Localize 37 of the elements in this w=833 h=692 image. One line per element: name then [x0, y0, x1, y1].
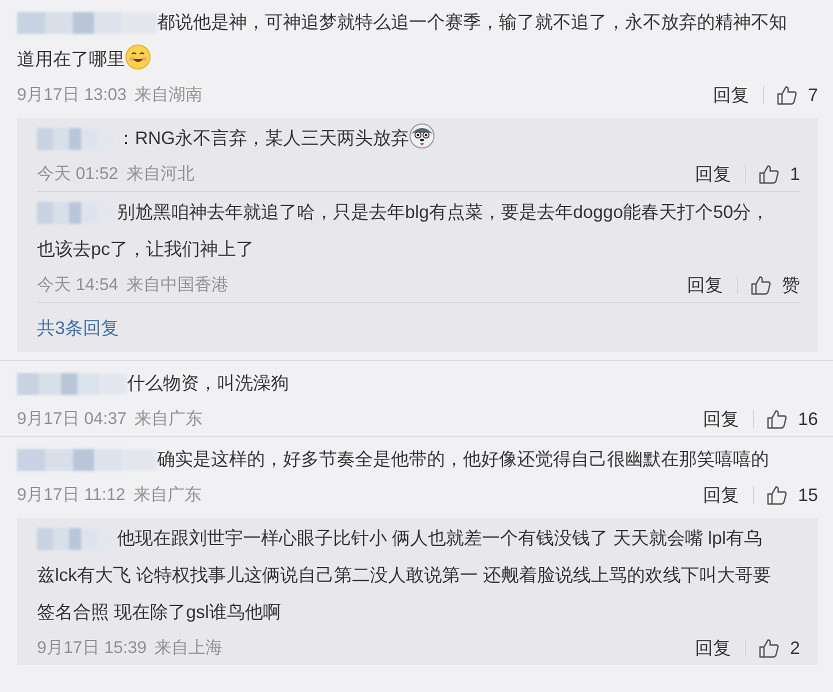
reply-button[interactable]: 回复 — [702, 486, 754, 504]
comment-location: 来自河北 — [126, 163, 194, 186]
comment-location: 来自湖南 — [134, 84, 203, 106]
comment-text: 什么物资，叫洗澡狗 — [127, 373, 289, 393]
like-icon — [766, 408, 788, 430]
comment-location: 来自中国香港 — [126, 274, 228, 296]
reply-button[interactable]: 回复 — [702, 410, 754, 428]
reply-button[interactable]: 回复 — [712, 86, 764, 104]
like-button[interactable]: 16 — [754, 406, 818, 432]
like-button[interactable]: 7 — [764, 82, 818, 108]
like-icon — [750, 274, 772, 296]
comment-time: 9月17日 13:03 — [17, 84, 127, 106]
reply-button[interactable]: 回复 — [687, 276, 738, 294]
like-icon — [766, 484, 788, 506]
like-icon — [758, 637, 780, 659]
comment-text: 他现在跟刘世宇一样心眼子比针小 俩人也就差一个有钱没钱了 天天就会嘴 lpl有乌兹lck有大飞 论特权找事儿这俩说自己第二没人敢说第一 还觍着脸说线上骂的欢线下叫大哥要签名合照 现在除了gsl谁鸟他啊 — [37, 528, 772, 622]
comment-text: 都说他是神，可神追梦就特么追一个赛季，输了就不追了，永不放弃的精神不知道用在了哪里 — [17, 12, 787, 69]
like-button[interactable]: 1 — [746, 160, 800, 188]
more-replies-link[interactable]: 共3条回复 — [37, 315, 120, 342]
like-icon — [758, 163, 780, 185]
reply-button[interactable]: 回复 — [694, 165, 746, 183]
comment-text: 别尬黑咱神去年就追了哈，只是去年blg有点菜，要是去年doggo能春天打个50分，也该去pc了，让我们神上了 — [37, 202, 770, 259]
comment-text: 确实是这样的，好多节奏全是他带的，他好像还觉得自己很幽默在那笑嘻嘻的 — [157, 449, 769, 469]
comment-location: 来自上海 — [154, 637, 223, 660]
like-button[interactable]: 2 — [746, 634, 800, 662]
like-button[interactable]: 15 — [754, 482, 818, 508]
comment-time: 9月17日 04:37 — [17, 408, 127, 430]
comment-location: 来自广东 — [134, 408, 203, 430]
reply-button[interactable]: 回复 — [694, 639, 746, 657]
comment-time: 9月17日 11:12 — [17, 484, 126, 506]
comment-time: 9月17日 15:39 — [37, 637, 147, 660]
comment-time: 今天 01:52 — [37, 163, 118, 186]
comment-location: 来自广东 — [133, 484, 202, 506]
comment-time: 今天 14:54 — [37, 274, 118, 296]
like-icon — [776, 84, 798, 106]
like-button[interactable]: 赞 — [738, 272, 800, 298]
comment-text: ：RNG永不言弃，某人三天两头放弃 — [117, 128, 409, 148]
